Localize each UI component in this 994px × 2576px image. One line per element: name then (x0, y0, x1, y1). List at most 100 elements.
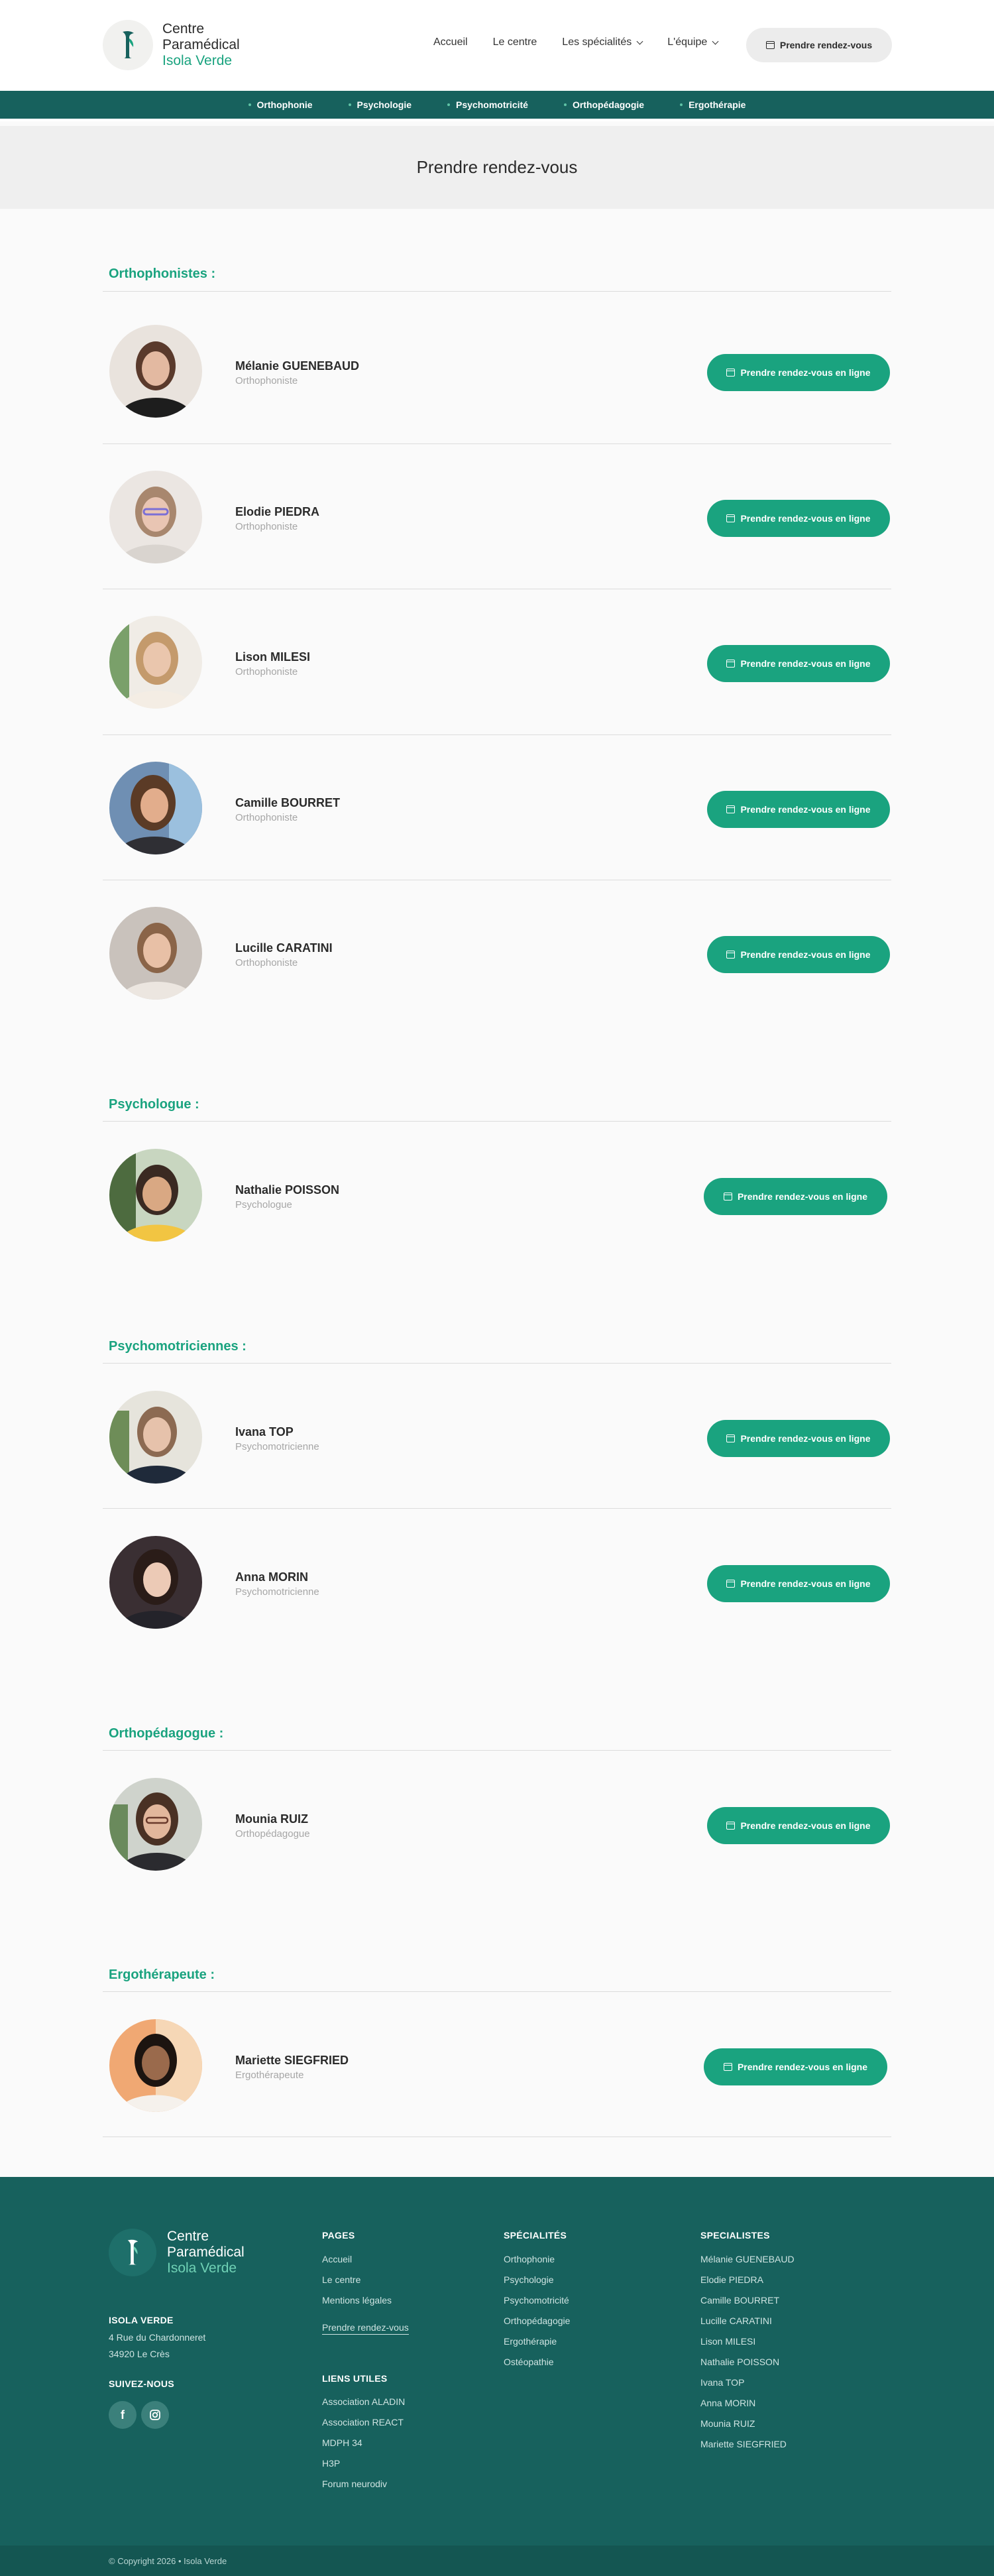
practitioner-role: Orthophoniste (235, 957, 298, 968)
book-online-button[interactable]: Prendre rendez-vous en ligne (707, 791, 890, 828)
book-online-label: Prendre rendez-vous en ligne (740, 367, 871, 378)
address-line-2: 34920 Le Crès (109, 2349, 170, 2359)
footer-link[interactable]: Nathalie POISSON (700, 2357, 795, 2377)
header-rdv-button[interactable]: Prendre rendez-vous (746, 28, 892, 62)
links-list: Association ALADIN Association REACT MDP… (322, 2396, 405, 2499)
book-online-button[interactable]: Prendre rendez-vous en ligne (707, 354, 890, 391)
divider (103, 291, 891, 292)
nav-equipe[interactable]: L'équipe (667, 36, 719, 48)
practitioner-row: Mélanie GUENEBAUD Orthophoniste Prendre … (103, 298, 891, 443)
footer-link[interactable]: Ergothérapie (504, 2336, 570, 2357)
book-online-label: Prendre rendez-vous en ligne (740, 658, 871, 669)
footer-link[interactable]: Association ALADIN (322, 2396, 405, 2417)
book-online-button[interactable]: Prendre rendez-vous en ligne (707, 936, 890, 973)
footer-link[interactable]: Le centre (322, 2274, 409, 2295)
footer-link[interactable]: Lison MILESI (700, 2336, 795, 2357)
footer-link[interactable]: Elodie PIEDRA (700, 2274, 795, 2295)
specialites-list: Orthophonie Psychologie Psychomotricité … (504, 2254, 570, 2377)
footer-logo[interactable]: Centre Paramédical Isola Verde (109, 2229, 245, 2276)
footer-link[interactable]: Ivana TOP (700, 2377, 795, 2398)
practitioner-role: Psychologue (235, 1199, 292, 1210)
book-online-button[interactable]: Prendre rendez-vous en ligne (707, 1807, 890, 1844)
section-title-psychomotriciennes: Psychomotriciennes : (109, 1339, 247, 1354)
chevron-down-icon (712, 38, 719, 44)
site-footer: Centre Paramédical Isola Verde ISOLA VER… (0, 2177, 994, 2546)
book-online-label: Prendre rendez-vous en ligne (737, 1191, 868, 1202)
practitioner-name: Camille BOURRET (235, 796, 341, 809)
footer-link[interactable]: Association REACT (322, 2417, 405, 2437)
spec-psychomotricite[interactable]: Psychomotricité (447, 99, 528, 110)
footer-link[interactable]: Ostéopathie (504, 2357, 570, 2377)
footer-link[interactable]: Mentions légales (322, 2295, 409, 2315)
spec-orthopedagogie[interactable]: Orthopédagogie (563, 99, 644, 110)
footer-link[interactable]: Psychomotricité (504, 2295, 570, 2315)
practitioner-name: Lison MILESI (235, 650, 311, 664)
bullet-icon (348, 103, 351, 106)
practitioner-row: Camille BOURRET Orthophoniste Prendre re… (103, 735, 891, 880)
nav-accueil[interactable]: Accueil (433, 36, 468, 48)
footer-link[interactable]: Lucille CARATINI (700, 2315, 795, 2336)
divider (103, 1991, 891, 1992)
spec-psychologie[interactable]: Psychologie (348, 99, 412, 110)
instagram-icon[interactable] (141, 2401, 169, 2429)
spec-label: Psychologie (357, 99, 412, 110)
practitioner-name: Anna MORIN (235, 1570, 308, 1584)
section-title-psychologue: Psychologue : (109, 1097, 199, 1112)
nav-les-specialites[interactable]: Les spécialités (562, 36, 643, 48)
footer-link[interactable]: Anna MORIN (700, 2398, 795, 2418)
avatar (109, 2019, 202, 2112)
spec-label: Ergothérapie (689, 99, 746, 110)
book-online-button[interactable]: Prendre rendez-vous en ligne (707, 645, 890, 682)
address-line-1: 4 Rue du Chardonneret (109, 2332, 206, 2343)
footer-link[interactable]: Forum neurodiv (322, 2479, 405, 2499)
specialty-bar: Orthophonie Psychologie Psychomotricité … (0, 91, 994, 121)
practitioner-name: Elodie PIEDRA (235, 505, 320, 518)
book-online-button[interactable]: Prendre rendez-vous en ligne (704, 2048, 887, 2085)
footer-link[interactable]: H3P (322, 2458, 405, 2479)
facebook-icon[interactable]: f (109, 2401, 137, 2429)
practitioner-row: Mounia RUIZ Orthopédagogue Prendre rende… (103, 1751, 891, 1897)
practitioner-name: Mounia RUIZ (235, 1812, 308, 1826)
footer-link[interactable]: Camille BOURRET (700, 2295, 795, 2315)
site-logo[interactable]: Centre Paramédical Isola Verde (103, 20, 240, 70)
practitioner-role: Ergothérapeute (235, 2070, 304, 2081)
footer-link-rdv[interactable]: Prendre rendez-vous (322, 2322, 409, 2335)
practitioner-row: Lison MILESI Orthophoniste Prendre rende… (103, 589, 891, 734)
specialistes-title: SPECIALISTES (700, 2230, 770, 2241)
spec-orthophonie[interactable]: Orthophonie (248, 99, 313, 110)
footer-link[interactable]: Mariette SIEGFRIED (700, 2439, 795, 2459)
book-online-button[interactable]: Prendre rendez-vous en ligne (707, 500, 890, 537)
practitioner-role: Psychomotricienne (235, 1441, 319, 1452)
practitioner-row: Mariette SIEGFRIED Ergothérapeute Prendr… (103, 1993, 891, 2138)
practitioner-row: Anna MORIN Psychomotricienne Prendre ren… (103, 1509, 891, 1655)
practitioner-role: Orthopédagogue (235, 1828, 310, 1840)
book-online-button[interactable]: Prendre rendez-vous en ligne (707, 1420, 890, 1457)
footer-link[interactable]: Psychologie (504, 2274, 570, 2295)
bullet-icon (563, 103, 567, 106)
section-title-ergotherapeute: Ergothérapeute : (109, 1967, 215, 1982)
book-online-button[interactable]: Prendre rendez-vous en ligne (707, 1565, 890, 1602)
nav-le-centre[interactable]: Le centre (493, 36, 537, 48)
footer-link[interactable]: Mounia RUIZ (700, 2418, 795, 2439)
copyright-text: © Copyright 2026 • Isola Verde (109, 2555, 227, 2566)
footer-link[interactable]: MDPH 34 (322, 2437, 405, 2458)
footer-link[interactable]: Accueil (322, 2254, 409, 2274)
pages-list: Accueil Le centre Mentions légales Prend… (322, 2254, 409, 2343)
bullet-icon (248, 103, 251, 106)
book-online-button[interactable]: Prendre rendez-vous en ligne (704, 1178, 887, 1215)
calendar-icon (726, 1580, 736, 1588)
footer-link[interactable]: Orthophonie (504, 2254, 570, 2274)
spec-ergotherapie[interactable]: Ergothérapie (680, 99, 746, 110)
avatar (109, 1536, 202, 1629)
nav-label: L'équipe (667, 36, 708, 48)
practitioner-row: Ivana TOP Psychomotricienne Prendre rend… (103, 1364, 891, 1509)
book-online-label: Prendre rendez-vous en ligne (740, 1578, 871, 1589)
footer-link[interactable]: Orthopédagogie (504, 2315, 570, 2336)
practitioner-name: Lucille CARATINI (235, 941, 333, 955)
practitioner-name: Nathalie POISSON (235, 1183, 340, 1197)
practitioner-name: Mariette SIEGFRIED (235, 2054, 349, 2067)
divider (103, 1750, 891, 1751)
practitioner-role: Orthophoniste (235, 666, 298, 677)
logo-line-2: Paramédical (162, 37, 240, 52)
footer-link[interactable]: Mélanie GUENEBAUD (700, 2254, 795, 2274)
